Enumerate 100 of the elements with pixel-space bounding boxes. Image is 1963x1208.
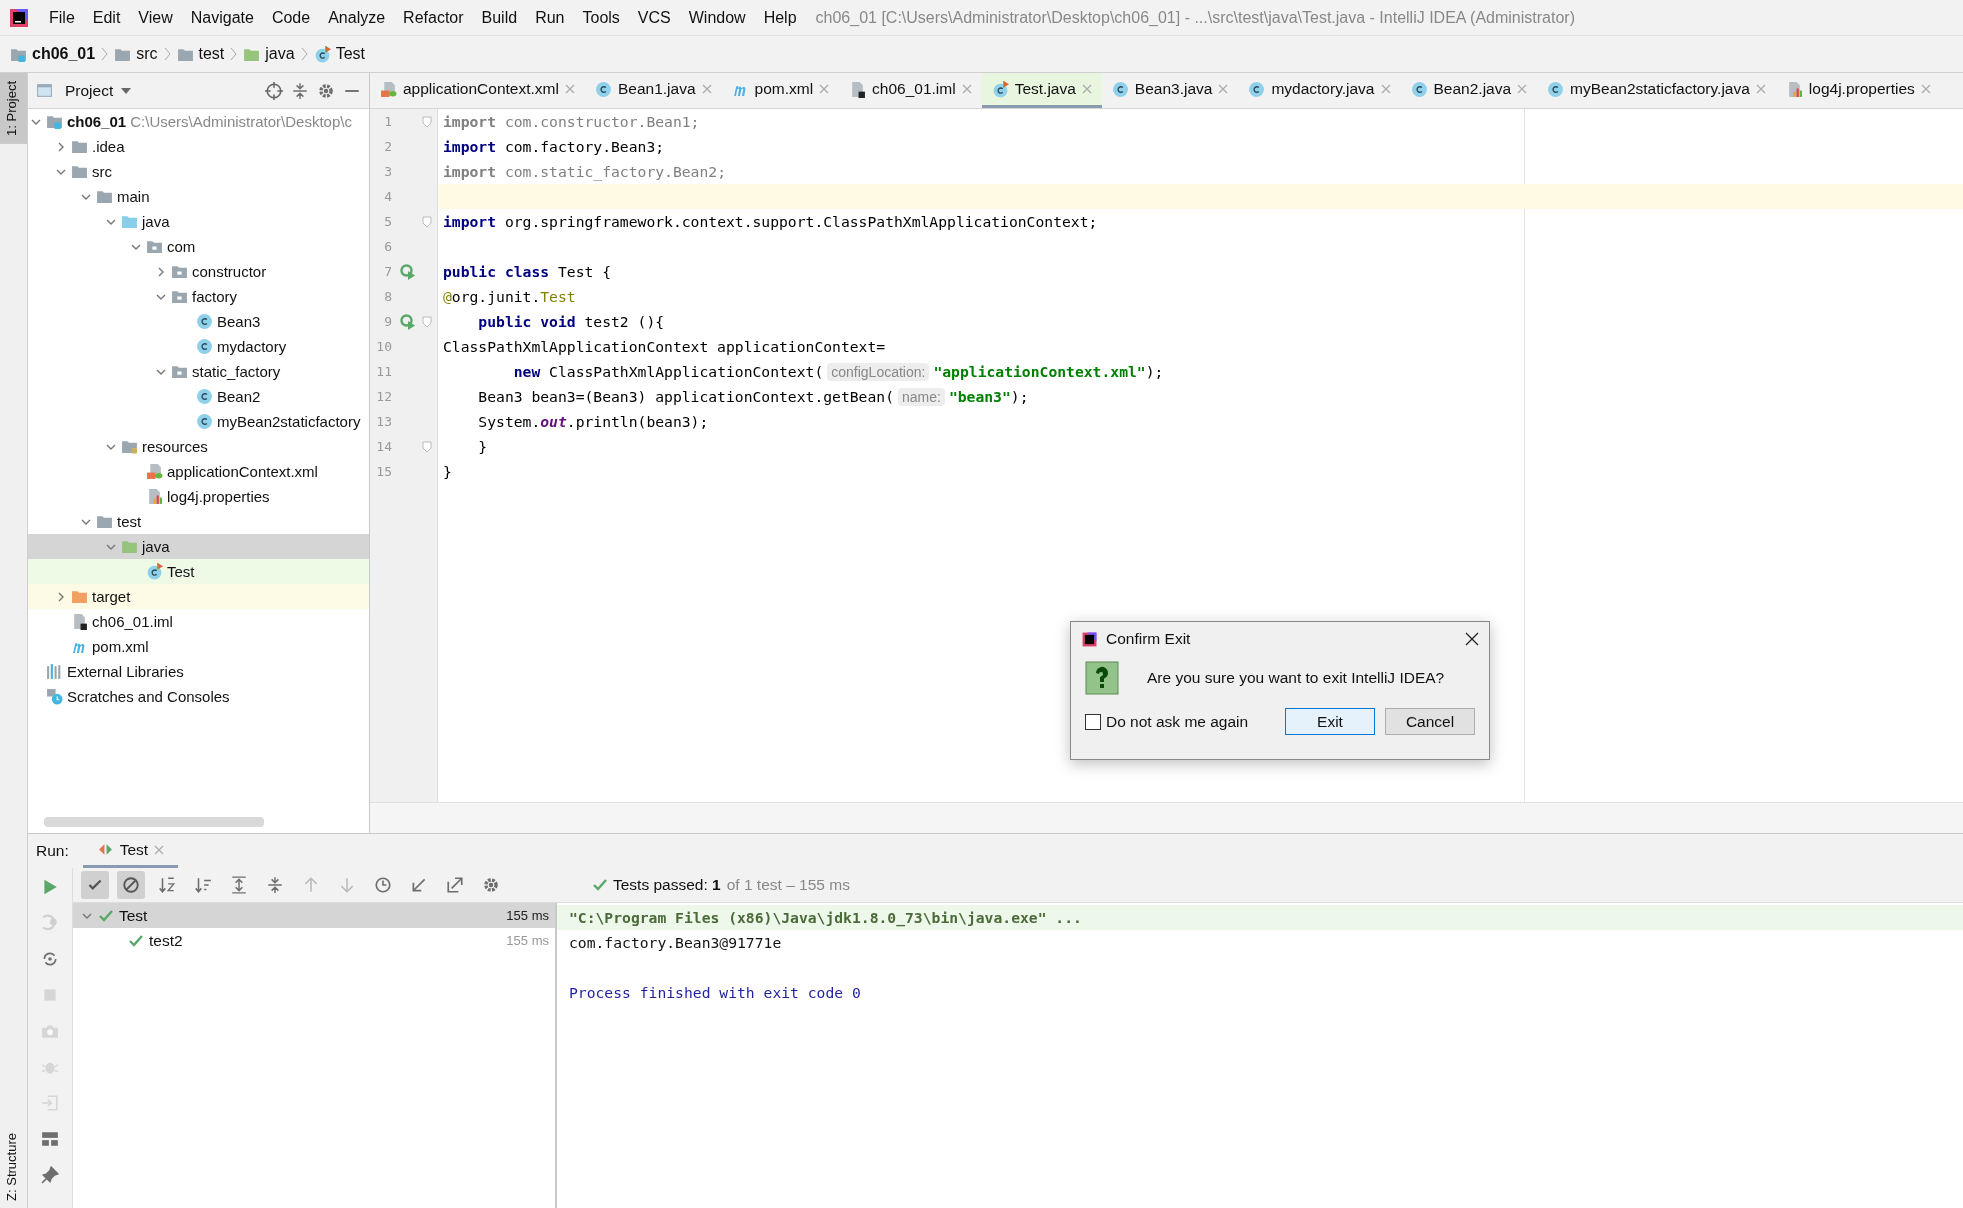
breadcrumb[interactable]: Test xyxy=(335,45,365,63)
toolbar-button[interactable] xyxy=(81,871,109,899)
tool-window-tab[interactable]: Z: Structure xyxy=(0,1125,27,1208)
tree-item[interactable]: Bean2 xyxy=(28,384,369,409)
breadcrumb[interactable]: test xyxy=(198,45,225,63)
xml-file-icon xyxy=(380,80,397,98)
run-gutter-icon[interactable] xyxy=(400,263,416,280)
checkbox[interactable] xyxy=(1085,713,1101,730)
clock-icon[interactable] xyxy=(374,876,392,894)
menu-item[interactable]: Refactor xyxy=(394,8,473,27)
editor-tab[interactable]: ch06_01.iml xyxy=(839,73,982,108)
editor-tab[interactable]: pom.xml xyxy=(721,73,840,108)
menu-item[interactable]: Window xyxy=(679,8,755,27)
run-gutter-icon[interactable] xyxy=(400,313,416,330)
tree-item[interactable]: ch06_01.iml xyxy=(28,609,369,634)
module-file-icon xyxy=(849,80,867,98)
pin-icon[interactable] xyxy=(41,1166,59,1184)
tree-item[interactable]: factory xyxy=(28,284,369,309)
panel-title[interactable]: Project xyxy=(65,81,114,100)
tree-item[interactable]: ch06_01 C:\Users\Administrator\Desktop\c xyxy=(28,109,369,134)
tree-item[interactable]: Scratches and Consoles xyxy=(28,684,369,709)
collapse-all-icon[interactable] xyxy=(266,876,284,894)
tree-item[interactable]: resources xyxy=(28,434,369,459)
sort-alphabetically-icon[interactable] xyxy=(158,876,176,894)
tree-item[interactable]: External Libraries xyxy=(28,659,369,684)
editor-tab[interactable]: applicationContext.xml xyxy=(370,73,585,108)
tree-item[interactable]: target xyxy=(28,584,369,609)
export-icon[interactable] xyxy=(446,876,464,894)
tree-item[interactable]: java xyxy=(28,209,369,234)
tree-item[interactable]: test xyxy=(28,509,369,534)
scratches-icon xyxy=(46,688,63,705)
menu-item[interactable]: View xyxy=(129,8,182,27)
run-icon[interactable] xyxy=(41,878,59,896)
tree-item[interactable]: java xyxy=(28,534,369,559)
tree-item[interactable]: log4j.properties xyxy=(28,484,369,509)
expand-all-icon[interactable] xyxy=(230,876,248,894)
tree-item[interactable]: mydactory xyxy=(28,334,369,359)
sort-by-duration-icon[interactable] xyxy=(194,876,212,894)
menu-item[interactable]: VCS xyxy=(628,8,680,27)
window-title: ch06_01 [C:\Users\Administrator\Desktop\ch06_01] - ...\src\test\java\Test.java - IntelliJ IDEA (Administrator) xyxy=(815,8,1575,27)
settings-icon[interactable] xyxy=(482,876,500,894)
breadcrumb[interactable]: src xyxy=(136,45,158,63)
tree-item[interactable]: src xyxy=(28,159,369,184)
collapse-all-icon[interactable] xyxy=(291,81,309,100)
tree-item[interactable]: constructor xyxy=(28,259,369,284)
dialog-button[interactable]: Cancel xyxy=(1385,708,1475,735)
properties-file-icon xyxy=(146,488,163,505)
package-icon xyxy=(146,238,163,255)
dialog-button[interactable]: Exit xyxy=(1285,708,1375,735)
locate-icon[interactable] xyxy=(265,81,283,100)
menu-item[interactable]: Analyze xyxy=(319,8,395,27)
class-icon xyxy=(196,338,213,355)
scrollbar[interactable] xyxy=(44,817,264,827)
menu-item[interactable]: File xyxy=(40,8,84,27)
tree-item[interactable]: Test xyxy=(28,559,369,584)
libraries-icon xyxy=(46,663,63,680)
package-icon xyxy=(171,263,188,280)
autotest-icon[interactable] xyxy=(41,950,59,968)
editor-tab[interactable]: Test.java xyxy=(981,73,1102,108)
toolbar-button[interactable] xyxy=(117,871,145,899)
editor-tab[interactable]: Bean3.java xyxy=(1101,73,1239,108)
tree-item[interactable]: .idea xyxy=(28,134,369,159)
app-logo-icon xyxy=(8,6,30,29)
checkbox-label[interactable]: Do not ask me again xyxy=(1106,712,1249,731)
breadcrumb[interactable]: ch06_01 xyxy=(32,45,96,63)
dropdown-icon[interactable] xyxy=(121,87,132,94)
code-line: public void test2 (){ xyxy=(477,313,665,330)
tree-item[interactable]: main xyxy=(28,184,369,209)
menu-item[interactable]: Edit xyxy=(83,8,130,27)
tree-item[interactable]: applicationContext.xml xyxy=(28,459,369,484)
source-folder-icon xyxy=(121,213,138,230)
menu-item[interactable]: Tools xyxy=(573,8,629,27)
editor-tab[interactable]: log4j.properties xyxy=(1775,73,1941,108)
tree-item[interactable]: com xyxy=(28,234,369,259)
tree-item[interactable]: pom.xml xyxy=(28,634,369,659)
settings-icon[interactable] xyxy=(317,81,335,100)
breadcrumb[interactable]: java xyxy=(265,45,295,63)
menu-item[interactable]: Navigate xyxy=(181,8,263,27)
layout-icon[interactable] xyxy=(41,1130,59,1148)
code-line: @org.junit.Test xyxy=(443,288,576,305)
menu-item[interactable]: Code xyxy=(262,8,320,27)
editor-tab[interactable]: Bean2.java xyxy=(1400,73,1538,108)
tree-item[interactable]: Bean3 xyxy=(28,309,369,334)
tree-item[interactable]: static_factory xyxy=(28,359,369,384)
line-number: 10 xyxy=(375,339,392,354)
tool-window-tab[interactable]: 1: Project xyxy=(0,73,27,144)
import-icon[interactable] xyxy=(410,876,428,894)
menu-item[interactable]: Run xyxy=(526,8,574,27)
ignored-filter-icon[interactable] xyxy=(122,876,140,894)
editor-tab[interactable]: Bean1.java xyxy=(584,73,722,108)
test-item[interactable]: Test 155 ms xyxy=(73,903,555,928)
test-folder-icon xyxy=(121,538,138,555)
line-number: 5 xyxy=(383,214,392,229)
editor-tab[interactable]: myBean2staticfactory.java xyxy=(1537,73,1776,108)
menu-item[interactable]: Help xyxy=(754,8,806,27)
test-item[interactable]: test2 155 ms xyxy=(73,928,555,953)
editor-tab[interactable]: mydactory.java xyxy=(1238,73,1401,108)
menu-item[interactable]: Build xyxy=(472,8,527,27)
tree-item[interactable]: myBean2staticfactory xyxy=(28,409,369,434)
close-icon[interactable] xyxy=(1465,632,1479,646)
